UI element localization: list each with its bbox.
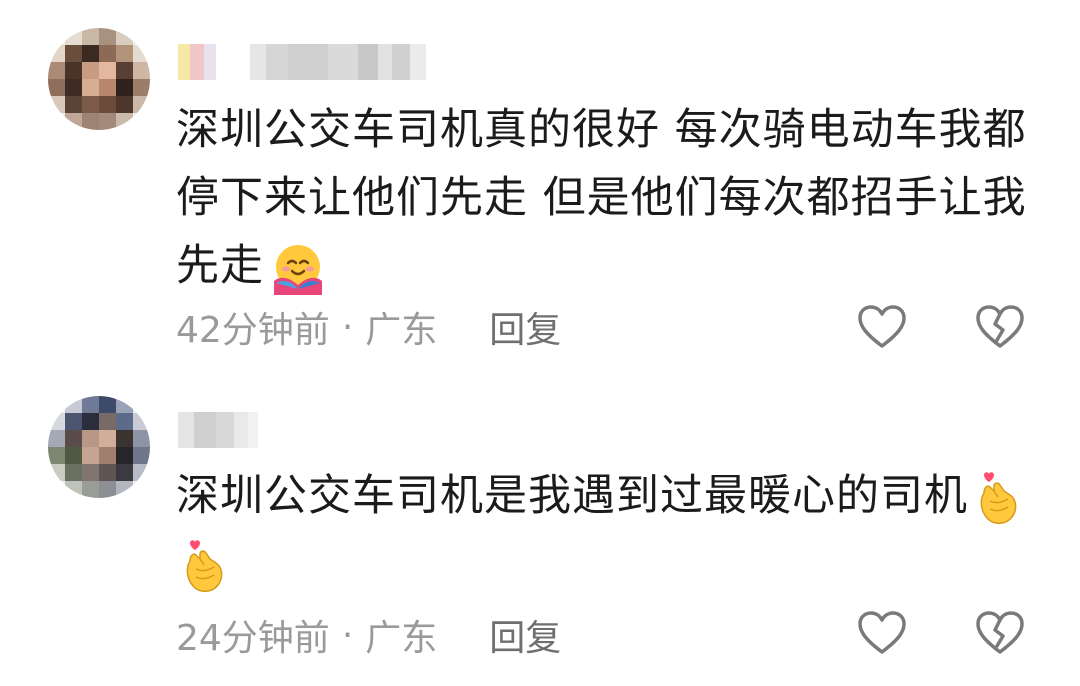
comment-text-line xyxy=(176,530,1046,598)
comment-text-line: 停下来让他们先走 但是他们每次都招手让我 xyxy=(176,173,1027,223)
reply-button[interactable]: 回复 xyxy=(489,609,561,661)
comment-time: 24分钟前 xyxy=(176,618,330,659)
heart-outline-icon[interactable] xyxy=(856,302,908,354)
avatar[interactable] xyxy=(48,396,150,498)
hugging-face-emoji xyxy=(274,244,322,295)
heart-outline-icon[interactable] xyxy=(856,608,908,660)
comment-time: 42分钟前 xyxy=(176,310,330,351)
meta-separator: · xyxy=(341,614,354,656)
broken-heart-icon[interactable] xyxy=(974,302,1026,354)
comment-location: 广东 xyxy=(365,310,438,351)
avatar[interactable] xyxy=(48,28,150,130)
comment-text-line: 深圳公交车司机真的很好 每次骑电动车我都 xyxy=(176,105,1027,155)
comment-text: 深圳公交车司机真的很好 每次骑电动车我都 停下来让他们先走 但是他们每次都招手让… xyxy=(176,96,1046,300)
finger-heart-emoji xyxy=(980,471,1017,524)
comment-meta: 42分钟前 · 广东 回复 xyxy=(176,302,561,352)
comment-text-segment: 深圳公交车司机是我遇到过最暖心的司机 xyxy=(176,471,968,521)
username-blurred[interactable] xyxy=(178,412,258,448)
comment-text-segment: 先走 xyxy=(176,241,264,291)
username-blurred[interactable] xyxy=(178,44,426,80)
meta-separator: · xyxy=(341,306,354,348)
comment-text-line: 深圳公交车司机是我遇到过最暖心的司机 xyxy=(176,462,1046,530)
comment-text: 深圳公交车司机是我遇到过最暖心的司机 xyxy=(176,462,1046,598)
reply-button[interactable]: 回复 xyxy=(489,301,561,353)
comment-location: 广东 xyxy=(365,618,438,659)
broken-heart-icon[interactable] xyxy=(974,608,1026,660)
comment-text-line: 先走 xyxy=(176,232,1046,300)
finger-heart-emoji xyxy=(186,539,223,592)
comment-meta: 24分钟前 · 广东 回复 xyxy=(176,610,561,660)
